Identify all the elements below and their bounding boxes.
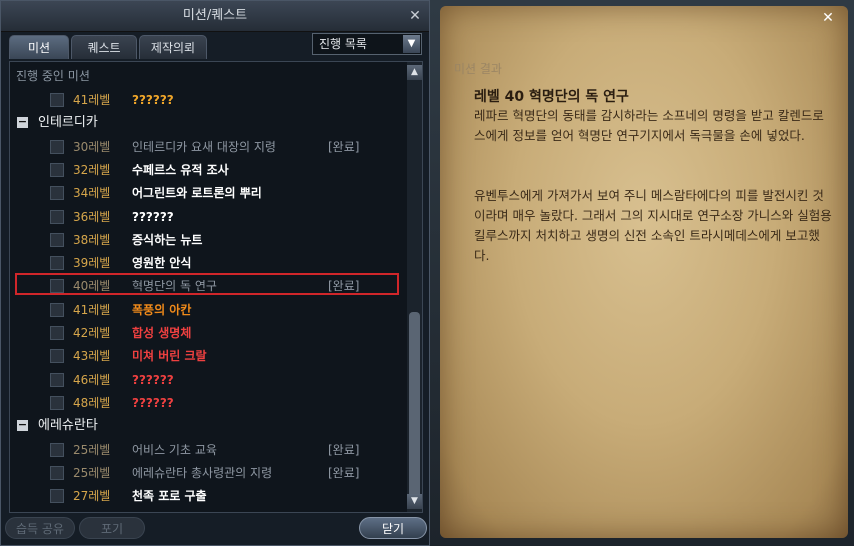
scroll-up-icon[interactable]: ▲ xyxy=(407,65,422,80)
mission-name: ?????? xyxy=(132,210,174,224)
category-label: 에레슈란타 xyxy=(38,418,98,433)
detail-caption: 미션 결과 xyxy=(454,62,502,76)
mission-status: [완료] xyxy=(328,140,360,154)
mission-status: [완료] xyxy=(328,466,360,480)
mission-name: 미쳐 버린 크랄 xyxy=(132,349,207,363)
mission-level: 27레벨 xyxy=(73,489,111,503)
track-checkbox[interactable] xyxy=(50,256,64,270)
mission-row[interactable]: 36레벨?????? xyxy=(10,206,406,228)
section-header: 진행 중인 미션 xyxy=(10,65,406,87)
track-checkbox[interactable] xyxy=(50,396,64,410)
section-label: 진행 중인 미션 xyxy=(16,69,90,83)
collapse-icon[interactable]: − xyxy=(17,419,28,431)
track-checkbox[interactable] xyxy=(50,210,64,224)
abandon-button[interactable]: 포기 xyxy=(79,517,145,539)
track-checkbox[interactable] xyxy=(50,489,64,503)
track-checkbox[interactable] xyxy=(50,93,64,107)
mission-level: 34레벨 xyxy=(73,186,111,200)
mission-detail-scroll: ✕ 미션 결과 레벨 40 혁명단의 독 연구 레파르 혁명단의 동태를 감시하… xyxy=(440,6,848,538)
mission-row[interactable]: 41레벨?????? xyxy=(10,89,406,111)
tab-crafting-request[interactable]: 제작의뢰 xyxy=(139,35,207,59)
mission-name: ?????? xyxy=(132,373,174,387)
mission-name: 천족 포로 구출 xyxy=(132,489,207,503)
mission-name: 폭풍의 아칸 xyxy=(132,303,192,317)
mission-name: ?????? xyxy=(132,396,174,410)
track-checkbox[interactable] xyxy=(50,303,64,317)
detail-paragraph: 유벤투스에게 가져가서 보여 주니 메스람타에다의 피를 발전시킨 것이라며 매… xyxy=(474,188,832,263)
mission-level: 25레벨 xyxy=(73,466,111,480)
detail-title: 레벨 40 혁명단의 독 연구 xyxy=(474,89,629,105)
mission-row[interactable]: 41레벨 폭풍의 아칸 xyxy=(10,299,406,321)
scroll-down-icon[interactable]: ▼ xyxy=(407,494,422,509)
mission-row[interactable]: 43레벨 미쳐 버린 크랄 xyxy=(10,345,406,367)
track-checkbox[interactable] xyxy=(50,326,64,340)
track-checkbox[interactable] xyxy=(50,140,64,154)
category-label: 인테르디카 xyxy=(38,115,98,130)
mission-level: 42레벨 xyxy=(73,326,111,340)
track-checkbox[interactable] xyxy=(50,233,64,247)
category-row[interactable]: − 에레슈란타 xyxy=(10,415,406,437)
chevron-down-icon[interactable]: ▼ xyxy=(403,35,420,53)
mission-name: 영원한 안식 xyxy=(132,256,192,270)
detail-paragraph: 레파르 혁명단의 동태를 감시하라는 소프네의 명령을 받고 칼렌드로스에게 정… xyxy=(474,108,824,143)
track-checkbox[interactable] xyxy=(50,163,64,177)
mission-name: 어그린트와 로트론의 뿌리 xyxy=(132,186,262,200)
mission-level: 32레벨 xyxy=(73,163,111,177)
mission-row[interactable]: 32레벨 수페르스 유적 조사 xyxy=(10,159,406,181)
mission-level: 46레벨 xyxy=(73,373,111,387)
mission-row[interactable]: 38레벨 증식하는 뉴트 xyxy=(10,229,406,251)
close-icon[interactable]: ✕ xyxy=(820,10,836,26)
mission-name: 수페르스 유적 조사 xyxy=(132,163,229,177)
filter-selected: 진행 목록 xyxy=(319,37,367,51)
mission-name: 증식하는 뉴트 xyxy=(132,233,203,247)
mission-row[interactable]: 30레벨 인테르디카 요새 대장의 지령 [완료] xyxy=(10,136,406,158)
scrollbar[interactable]: ▲ ▼ xyxy=(407,62,422,512)
track-checkbox[interactable] xyxy=(50,349,64,363)
track-checkbox[interactable] xyxy=(50,443,64,457)
mission-level: 38레벨 xyxy=(73,233,111,247)
track-checkbox[interactable] xyxy=(50,466,64,480)
selected-row-highlight xyxy=(15,273,399,295)
mission-name: 인테르디카 요새 대장의 지령 xyxy=(132,140,276,154)
mission-row[interactable]: 42레벨 합성 생명체 xyxy=(10,322,406,344)
mission-list: 진행 중인 미션 41레벨?????? − 인테르디카 30레벨 인테르디카 요새 대장… xyxy=(9,61,423,513)
track-checkbox[interactable] xyxy=(50,373,64,387)
mission-level: 36레벨 xyxy=(73,210,111,224)
mission-row[interactable]: 27레벨 천족 포로 구출 xyxy=(10,485,406,507)
category-row[interactable]: − 인테르디카 xyxy=(10,112,406,134)
mission-row[interactable]: 34레벨 어그린트와 로트론의 뿌리 xyxy=(10,182,406,204)
mission-level: 30레벨 xyxy=(73,140,111,154)
track-checkbox[interactable] xyxy=(50,186,64,200)
scroll-thumb[interactable] xyxy=(409,312,420,498)
mission-name: 합성 생명체 xyxy=(132,326,192,340)
mission-level: 39레벨 xyxy=(73,256,111,270)
mission-row[interactable]: 48레벨?????? xyxy=(10,392,406,414)
mission-level: 48레벨 xyxy=(73,396,111,410)
mission-status: [완료] xyxy=(328,443,360,457)
tab-quest[interactable]: 퀘스트 xyxy=(71,35,137,59)
mission-row[interactable]: 25레벨 어비스 기초 교육 [완료] xyxy=(10,439,406,461)
close-icon[interactable]: ✕ xyxy=(407,8,423,24)
collapse-icon[interactable]: − xyxy=(17,116,28,128)
window-title: 미션/퀘스트 xyxy=(1,1,429,32)
mission-row[interactable]: 46레벨?????? xyxy=(10,369,406,391)
mission-level: 41레벨 xyxy=(73,303,111,317)
mission-name: 어비스 기초 교육 xyxy=(132,443,217,457)
quest-window: 미션/퀘스트 ✕ 미션 퀘스트 제작의뢰 진행 목록 ▼ 진행 중인 미션 41… xyxy=(0,0,430,546)
tab-mission[interactable]: 미션 xyxy=(9,35,69,59)
share-loot-button[interactable]: 습득 공유 xyxy=(5,517,75,539)
mission-row[interactable]: 25레벨 에레슈란타 총사령관의 지령 [완료] xyxy=(10,462,406,484)
filter-dropdown[interactable]: 진행 목록 ▼ xyxy=(312,33,422,55)
mission-name: ?????? xyxy=(132,93,174,107)
mission-level: 25레벨 xyxy=(73,443,111,457)
mission-level: 41레벨 xyxy=(73,93,111,107)
close-button[interactable]: 닫기 xyxy=(359,517,427,539)
mission-name: 에레슈란타 총사령관의 지령 xyxy=(132,466,273,480)
mission-level: 43레벨 xyxy=(73,349,111,363)
mission-row[interactable]: 39레벨 영원한 안식 xyxy=(10,252,406,274)
